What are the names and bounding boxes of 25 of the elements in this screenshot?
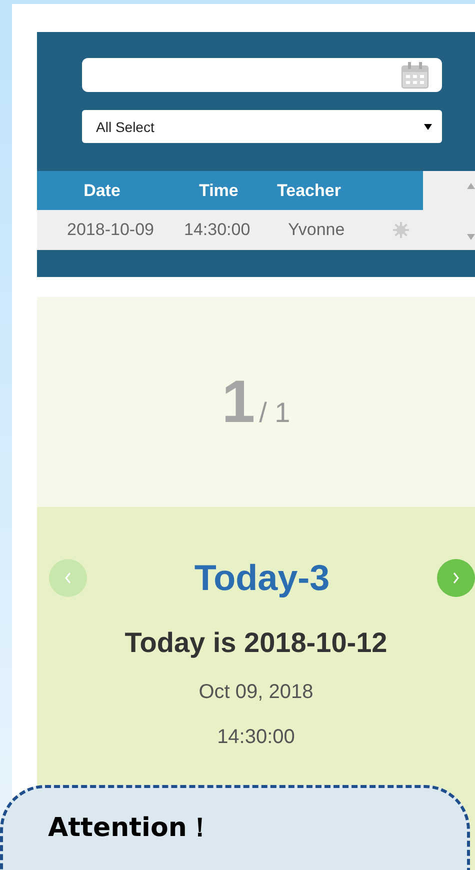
teacher-select[interactable]: All Select [82,110,442,143]
lesson-date: Oct 09, 2018 [198,681,314,704]
scroll-up-icon[interactable] [467,183,475,189]
attention-title: Attention！ [48,812,214,845]
page-total: / 1 [259,397,290,429]
column-header: Teacher [277,180,342,200]
detail-title: Today-3 [194,557,330,599]
teacher-cell-text: Yvonne [288,220,346,240]
scroll-down-icon[interactable] [467,234,475,240]
date-field[interactable] [82,58,442,92]
table-row[interactable]: 2018-10-09 14:30:00 Yvonne [37,210,423,250]
date-cell-text: 2018-10-09 [66,220,155,240]
page-number: 1 [222,367,256,436]
time-cell-text: 14:30:00 [184,220,252,240]
today-text: Today is 2018-10-12 [124,627,388,659]
lesson-time: 14:30:00 [216,726,296,749]
column-header: Date [82,180,122,200]
scrollbar[interactable] [423,171,475,250]
sun-icon [392,221,410,239]
next-button[interactable] [436,559,475,597]
dropdown-caret-icon [424,124,432,130]
chevron-left-icon [64,572,72,584]
column-header: Time [198,180,240,200]
calendar-icon[interactable] [400,61,430,89]
chevron-right-icon [452,572,460,584]
